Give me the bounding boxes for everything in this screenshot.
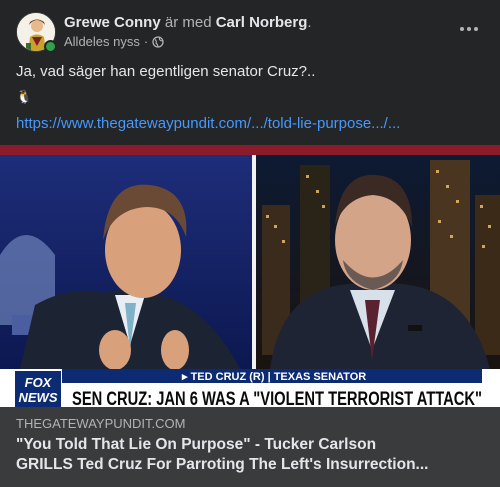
- link-title-line1: "You Told That Lie On Purpose" - Tucker …: [16, 436, 377, 453]
- post-author-line: Grewe Conny är med Carl Norberg.: [64, 13, 312, 32]
- fox-logo-line1: FOX: [25, 375, 53, 390]
- news-screenshot: ▸ TED CRUZ (R) | TEXAS SENATOR SEN CRUZ:…: [0, 145, 500, 407]
- more-horizontal-icon-dot: [460, 27, 464, 31]
- link-domain: THEGATEWAYPUNDIT.COM: [16, 416, 186, 431]
- globe-icon[interactable]: [152, 36, 164, 48]
- post-link[interactable]: https://www.thegatewaypundit.com/.../tol…: [16, 114, 400, 134]
- post-body-text: Ja, vad säger han egentligen senator Cru…: [16, 63, 316, 80]
- link-title-line2: GRILLS Ted Cruz For Parroting The Left's…: [16, 456, 429, 473]
- lapel-microphone: [408, 325, 422, 331]
- more-horizontal-icon-dot: [467, 27, 471, 31]
- fox-logo-line2: NEWS: [19, 390, 58, 405]
- facebook-post: Grewe Conny är med Carl Norberg. Alldele…: [0, 0, 500, 487]
- link-title[interactable]: "You Told That Lie On Purpose" - Tucker …: [16, 435, 484, 475]
- tagged-person[interactable]: Carl Norberg: [216, 14, 308, 31]
- post-meta: Alldeles nyss ·: [64, 34, 164, 50]
- more-horizontal-icon-dot: [474, 27, 478, 31]
- link-preview-caption[interactable]: THEGATEWAYPUNDIT.COM "You Told That Lie …: [0, 407, 500, 487]
- lower-third-headline: SEN CRUZ: JAN 6 WAS A "VIOLENT TERRORIST…: [72, 389, 482, 407]
- author-name[interactable]: Grewe Conny: [64, 14, 161, 31]
- more-options-button[interactable]: [454, 14, 484, 44]
- penguin-emoji: 🐧: [16, 89, 33, 104]
- online-status-dot: [44, 40, 57, 53]
- meta-separator: ·: [143, 34, 149, 49]
- with-text: är med: [164, 14, 212, 31]
- period-text: .: [307, 14, 312, 31]
- post-timestamp[interactable]: Alldeles nyss: [64, 34, 140, 50]
- lower-third-name: ▸ TED CRUZ (R) | TEXAS SENATOR: [181, 371, 366, 383]
- link-preview-image[interactable]: ▸ TED CRUZ (R) | TEXAS SENATOR SEN CRUZ:…: [0, 145, 500, 407]
- post-header: Grewe Conny är med Carl Norberg. Alldele…: [16, 12, 484, 53]
